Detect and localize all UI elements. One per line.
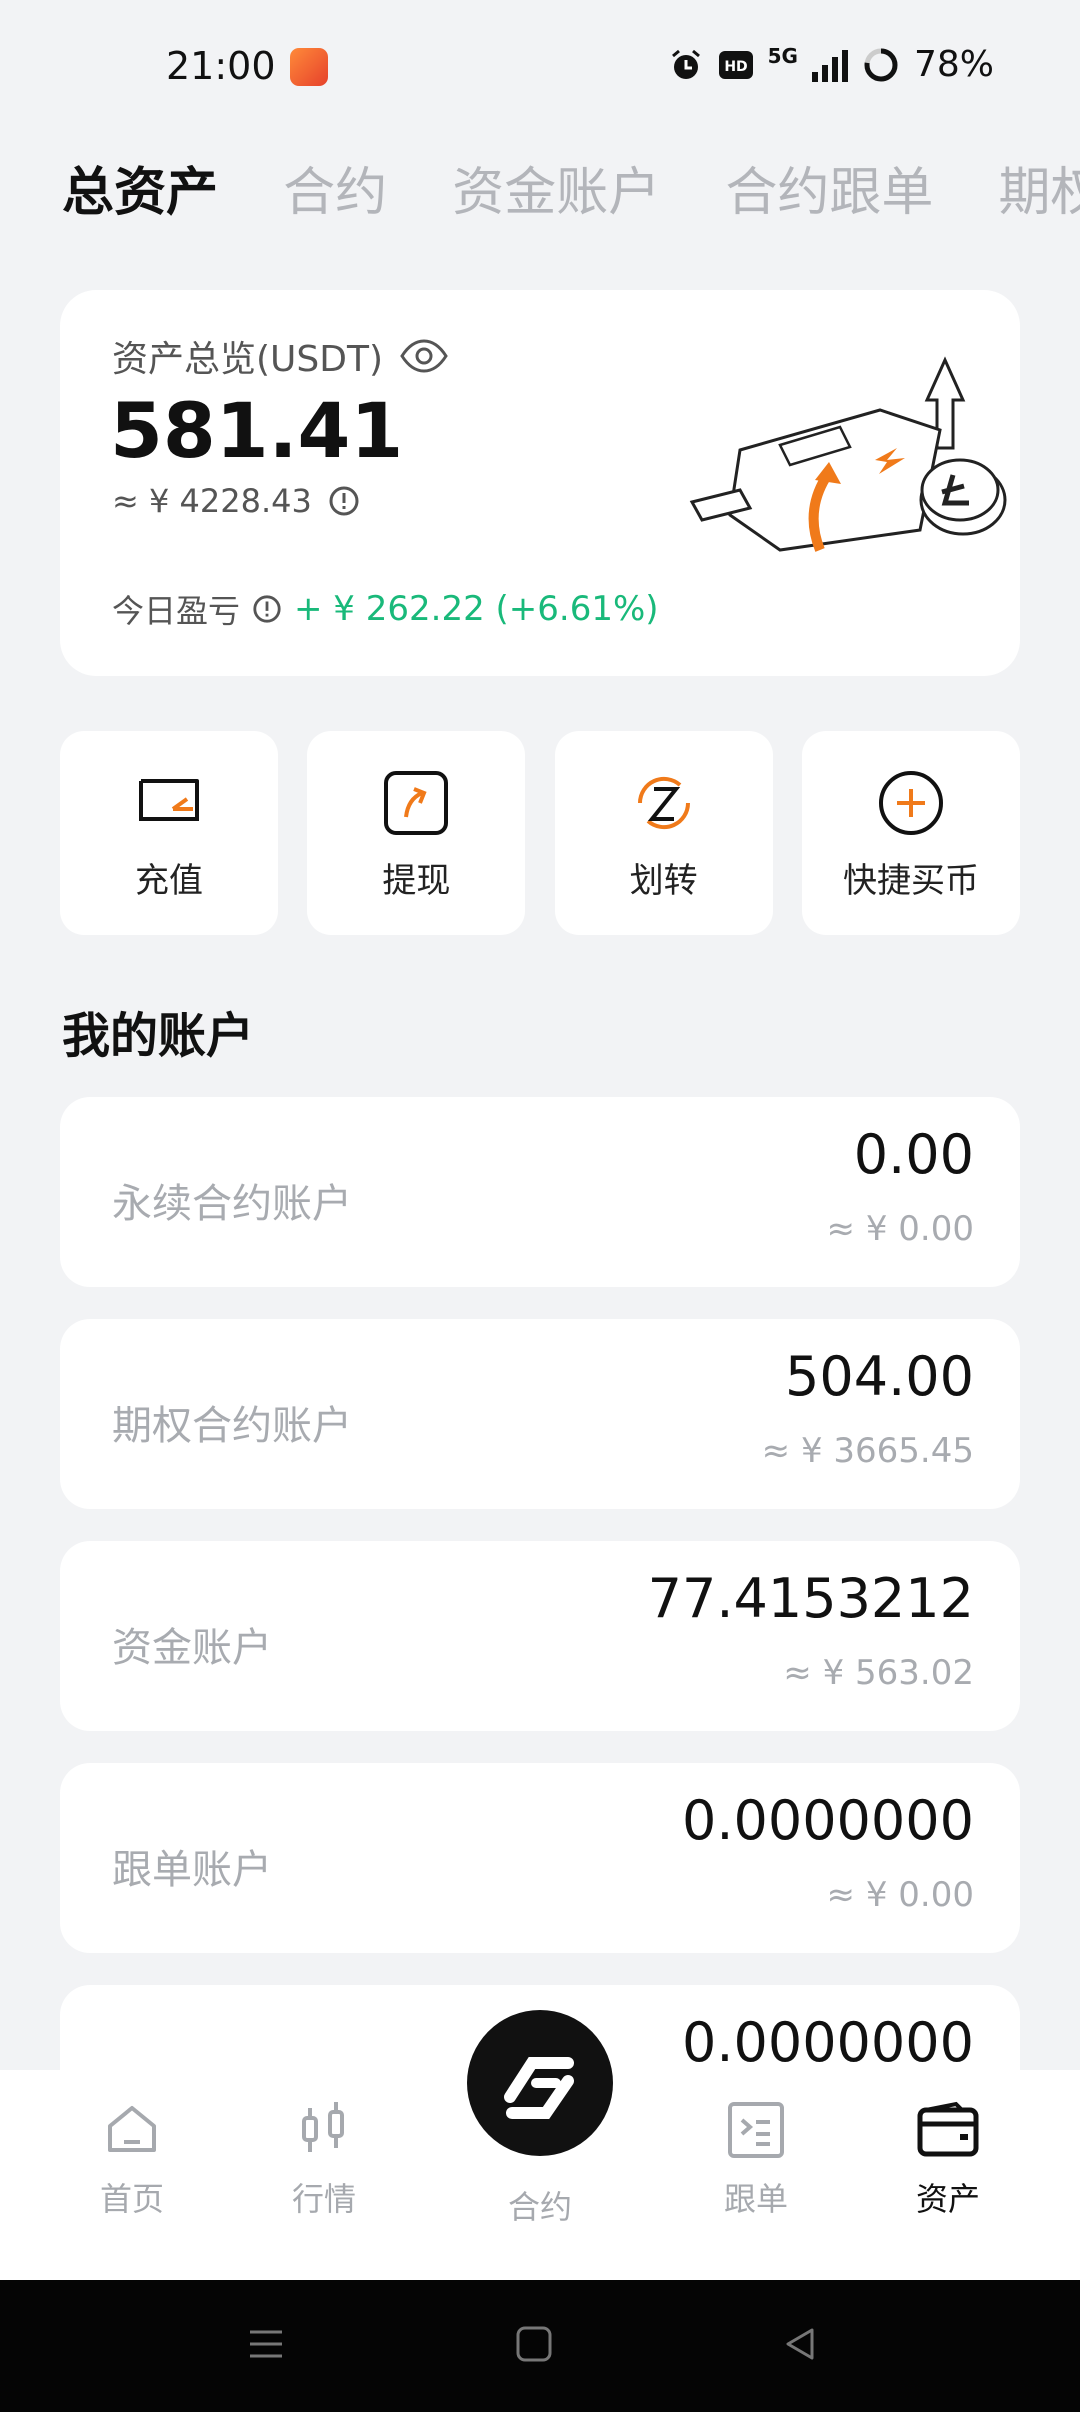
contract-logo-icon: [504, 2057, 574, 2119]
quick-buy-label: 快捷买币: [842, 861, 979, 901]
account-amount: 77.4153212: [647, 1567, 974, 1630]
tab-options[interactable]: 期权: [998, 150, 1080, 225]
battery-level: 78%: [913, 44, 994, 85]
nav-copy-trade[interactable]: 跟单: [681, 2100, 831, 2220]
signal-icon: [811, 49, 848, 82]
nav-market[interactable]: 行情: [249, 2100, 399, 2220]
quick-actions: 充值 提现 划转 快捷买币: [60, 731, 1020, 935]
overview-label-row: 资产总览(USDT): [112, 330, 449, 382]
deposit-icon: [139, 779, 199, 821]
account-amount: 0.0000000: [681, 2011, 974, 2074]
nav-assets-label: 资产: [915, 2180, 980, 2218]
pnl-info-icon[interactable]: [252, 594, 282, 624]
system-nav-bar: [0, 2280, 1080, 2412]
total-balance: 581.41: [110, 386, 404, 475]
total-fiat-value: ≈ ¥ 4228.43: [112, 482, 312, 520]
nav-contract-button[interactable]: [467, 2010, 613, 2156]
eye-icon[interactable]: [399, 339, 449, 373]
tab-contract[interactable]: 合约: [283, 150, 387, 225]
tab-copy-trading[interactable]: 合约跟单: [725, 150, 933, 225]
account-name: 跟单账户: [112, 1847, 272, 1893]
status-icons: HD 5G 78%: [668, 44, 994, 85]
tab-total-assets[interactable]: 总资产: [62, 150, 218, 225]
account-amount: 0.00: [853, 1123, 974, 1186]
info-icon[interactable]: [328, 485, 360, 517]
withdraw-button[interactable]: 提现: [307, 731, 526, 935]
overview-label: 资产总览(USDT): [112, 339, 384, 380]
account-row-options[interactable]: 期权合约账户 504.00 ≈ ¥ 3665.45: [60, 1319, 1020, 1509]
pnl-row: 今日盈亏 + ¥ 262.22 (+6.61%): [112, 586, 659, 632]
fiat-row: ≈ ¥ 4228.43: [112, 482, 360, 520]
account-fiat: ≈ ¥ 3665.45: [761, 1431, 974, 1471]
candlestick-icon: [302, 2102, 344, 2152]
recent-apps-icon[interactable]: [246, 2324, 286, 2364]
account-amount: 0.0000000: [681, 1789, 974, 1852]
nav-home-label: 首页: [99, 2180, 164, 2218]
account-name: 期权合约账户: [112, 1403, 352, 1449]
deposit-label: 充值: [135, 861, 203, 901]
account-name: 资金账户: [112, 1625, 272, 1671]
back-icon[interactable]: [780, 2324, 820, 2364]
transfer-icon: [637, 776, 690, 830]
account-row-funding[interactable]: 资金账户 77.4153212 ≈ ¥ 563.02: [60, 1541, 1020, 1731]
home-icon: [108, 2106, 156, 2152]
account-amount: 504.00: [785, 1345, 974, 1408]
withdraw-label: 提现: [382, 861, 451, 901]
transfer-button[interactable]: 划转: [554, 731, 773, 935]
account-name: 永续合约账户: [112, 1181, 352, 1227]
tab-funding-account[interactable]: 资金账户: [452, 150, 660, 225]
status-time: 21:00: [166, 44, 276, 88]
alarm-icon: [671, 49, 700, 79]
nav-assets[interactable]: 资产: [873, 2100, 1023, 2220]
wallet-coin-illustration: [689, 356, 1007, 552]
nav-home[interactable]: 首页: [57, 2100, 207, 2220]
deposit-button[interactable]: 充值: [60, 731, 278, 935]
nav-contract-label: 合约: [507, 2188, 572, 2226]
transfer-label: 划转: [629, 861, 698, 901]
account-row-copy-trading[interactable]: 跟单账户 0.0000000 ≈ ¥ 0.00: [60, 1763, 1020, 1953]
hd-icon: HD: [718, 50, 753, 79]
nav-market-label: 行情: [291, 2180, 356, 2218]
copy-trade-icon: [728, 2102, 784, 2158]
account-fiat: ≈ ¥ 563.02: [783, 1653, 974, 1693]
app-notification-icon: [290, 48, 328, 86]
asset-overview-card: 资产总览(USDT) 581.41 ≈ ¥ 4228.43 今日盈亏 + ¥ 2…: [60, 290, 1020, 676]
account-fiat: ≈ ¥ 0.00: [826, 1875, 974, 1915]
pnl-label: 今日盈亏: [112, 592, 241, 630]
account-row-perpetual[interactable]: 永续合约账户 0.00 ≈ ¥ 0.00: [60, 1097, 1020, 1287]
withdraw-icon: [384, 771, 449, 835]
asset-tabs: 总资产 合约 资金账户 合约跟单 期权: [62, 150, 1080, 230]
network-label: 5G: [767, 44, 798, 68]
status-bar: 21:00 HD 5G 78%: [0, 0, 1080, 130]
battery-ring-icon: [864, 48, 898, 81]
account-fiat: ≈ ¥ 0.00: [826, 1209, 974, 1249]
home-square-icon[interactable]: [514, 2324, 554, 2364]
nav-copy-trade-label: 跟单: [723, 2180, 788, 2218]
quick-buy-button[interactable]: 快捷买币: [801, 731, 1020, 935]
quick-buy-icon: [878, 771, 943, 835]
wallet-icon: [917, 2101, 979, 2157]
pnl-value: + ¥ 262.22 (+6.61%): [294, 589, 659, 629]
my-accounts-title: 我的账户: [62, 1008, 255, 1064]
svg-text:HD: HD: [724, 59, 747, 75]
